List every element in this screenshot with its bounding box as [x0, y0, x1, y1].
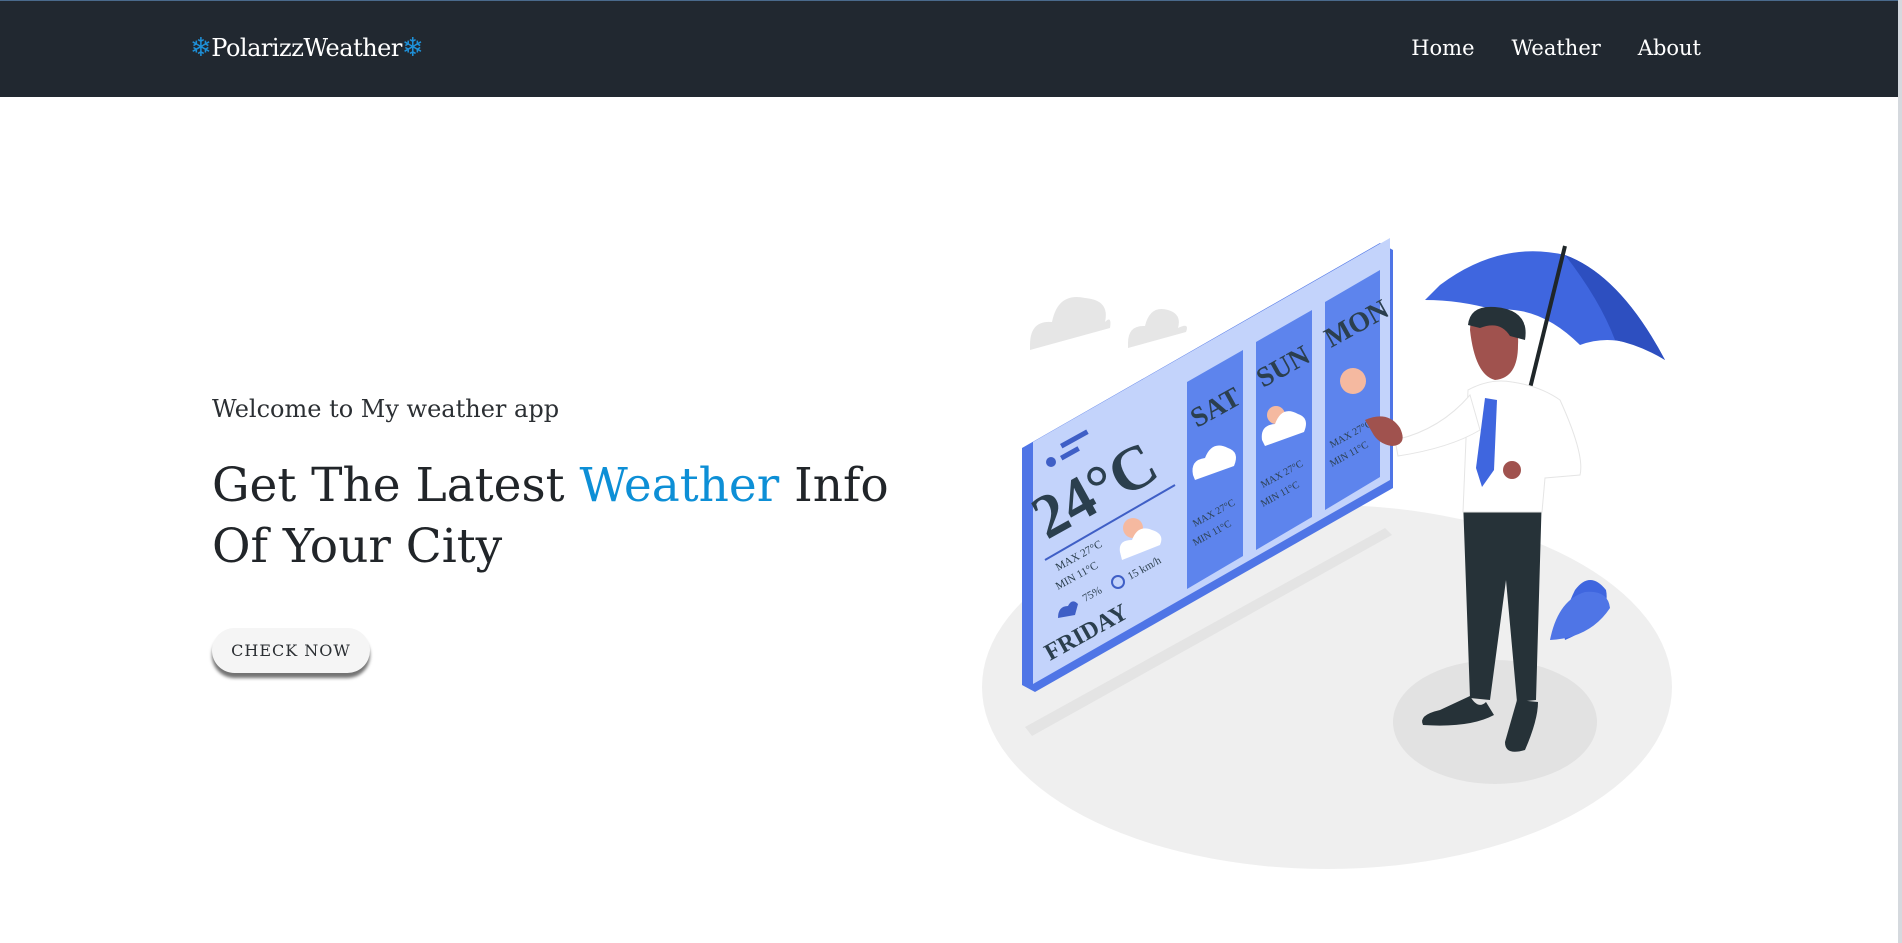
check-now-button[interactable]: CHECK NOW	[212, 628, 370, 673]
brand-logo[interactable]: ❄ PolarizzWeather ❄	[190, 33, 424, 63]
snowflake-icon: ❄	[190, 33, 212, 63]
nav-links: Home Weather About	[1411, 36, 1701, 60]
nav-link-weather[interactable]: Weather	[1512, 36, 1601, 60]
nav-link-about[interactable]: About	[1638, 36, 1701, 60]
weather-illustration: 24°C MAX 27°C MIN 11°C 15 km/h 75% FRIDA…	[982, 238, 1672, 869]
welcome-text: Welcome to My weather app	[212, 395, 560, 423]
person-hand	[1503, 461, 1521, 479]
headline-accent: Weather	[579, 458, 780, 513]
brand-name: PolarizzWeather	[211, 34, 402, 62]
cloud-icon	[1030, 297, 1111, 350]
cloud-icon	[1128, 309, 1187, 348]
location-pin-icon	[1046, 457, 1056, 467]
scrollbar[interactable]	[1898, 0, 1902, 943]
navbar: ❄ PolarizzWeather ❄ Home Weather About	[0, 0, 1902, 97]
sun-icon	[1340, 368, 1366, 394]
headline-part: Get The Latest	[212, 458, 580, 513]
hero-text: Welcome to My weather app Get The Latest…	[212, 395, 932, 577]
hero-headline: Get The Latest Weather Info Of Your City	[212, 455, 932, 577]
nav-link-home[interactable]: Home	[1411, 36, 1474, 60]
snowflake-icon: ❄	[401, 33, 424, 63]
